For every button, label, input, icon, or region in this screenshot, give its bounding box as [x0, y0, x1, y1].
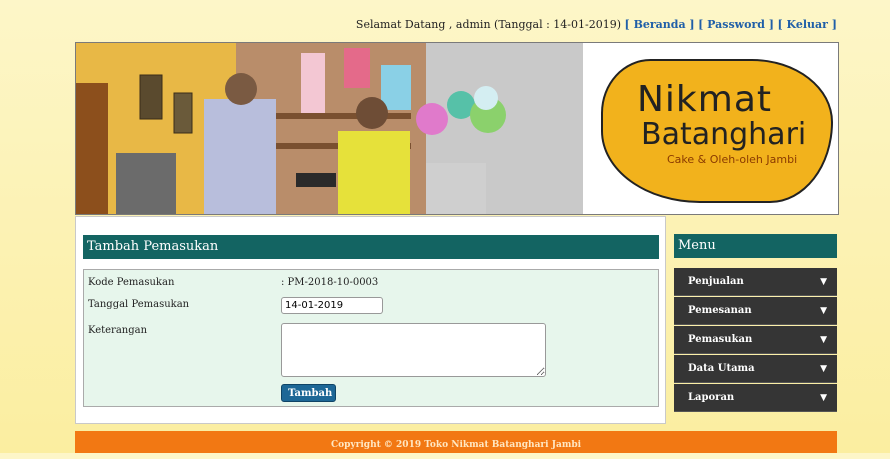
logo-text-nikmat: Nikmat [637, 79, 773, 120]
chevron-down-icon: ▼ [820, 393, 827, 403]
banner-photo [76, 43, 583, 214]
menu-item-laporan[interactable]: Laporan ▼ [674, 384, 837, 412]
menu-item-label: Pemesanan [688, 305, 752, 316]
keterangan-textarea[interactable] [281, 323, 546, 377]
keterangan-label: Keterangan [88, 325, 148, 336]
beranda-link[interactable]: [ Beranda ] [625, 18, 695, 31]
menu-item-label: Laporan [688, 392, 735, 403]
tambah-button[interactable]: Tambah [281, 384, 336, 402]
logo-text-batanghari: Batanghari [641, 117, 807, 152]
tanggal-label: Tanggal Pemasukan [88, 299, 190, 310]
menu-item-label: Data Utama [688, 363, 755, 374]
menu-item-label: Pemasukan [688, 334, 753, 345]
menu-item-penjualan[interactable]: Penjualan ▼ [674, 268, 837, 296]
menu-item-pemasukan[interactable]: Pemasukan ▼ [674, 326, 837, 354]
chevron-down-icon: ▼ [820, 306, 827, 316]
menu-title: Menu [674, 234, 837, 258]
welcome-text: Selamat Datang , admin (Tanggal : 14-01-… [355, 18, 622, 31]
footer: Copyright © 2019 Toko Nikmat Batanghari … [75, 431, 837, 453]
header-banner: Nikmat Batanghari Cake & Oleh-oleh Jambi [75, 42, 839, 215]
menu-item-label: Penjualan [688, 276, 744, 287]
top-bar: Selamat Datang , admin (Tanggal : 14-01-… [0, 18, 837, 31]
password-link[interactable]: [ Password ] [698, 18, 774, 31]
main-content: Tambah Pemasukan Kode Pemasukan : PM-201… [75, 216, 666, 424]
keluar-link[interactable]: [ Keluar ] [778, 18, 838, 31]
logo-tagline: Cake & Oleh-oleh Jambi [667, 153, 798, 166]
chevron-down-icon: ▼ [820, 277, 827, 287]
add-income-form: Kode Pemasukan : PM-2018-10-0003 Tanggal… [83, 269, 659, 407]
menu-item-pemesanan[interactable]: Pemesanan ▼ [674, 297, 837, 325]
kode-label: Kode Pemasukan [88, 277, 175, 288]
kode-value: : PM-2018-10-0003 [281, 277, 379, 288]
copyright-text: Copyright © 2019 Toko Nikmat Batanghari … [330, 440, 582, 450]
chevron-down-icon: ▼ [820, 364, 827, 374]
tanggal-input[interactable] [281, 297, 383, 314]
logo-area: Nikmat Batanghari Cake & Oleh-oleh Jambi [583, 43, 838, 214]
sidebar-menu: Penjualan ▼ Pemesanan ▼ Pemasukan ▼ Data… [674, 268, 837, 413]
form-title: Tambah Pemasukan [83, 235, 659, 259]
chevron-down-icon: ▼ [820, 335, 827, 345]
menu-item-data-utama[interactable]: Data Utama ▼ [674, 355, 837, 383]
